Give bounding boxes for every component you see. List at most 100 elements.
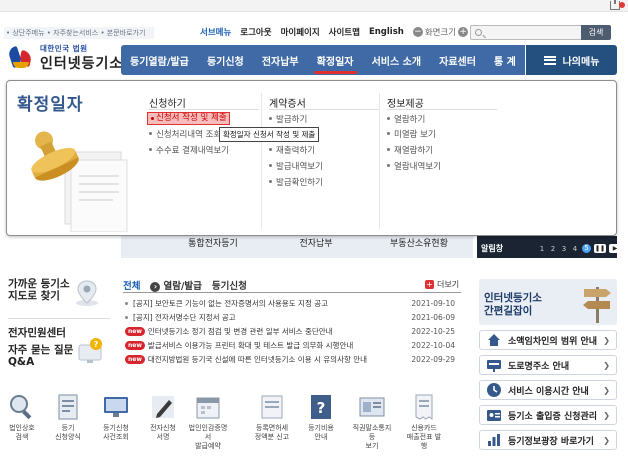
menu-item-review[interactable]: 재열람하기	[387, 144, 433, 156]
shortcut-seal-certificate[interactable]: 법인인감증명서 발급예약	[188, 392, 228, 451]
my-menu-label: 나의메뉴	[562, 56, 600, 68]
tab-view-issue[interactable]: › 열람/발급	[150, 278, 202, 292]
quick-link-small-tenant[interactable]: 소액임차인의 범위 안내 ❯	[479, 330, 617, 350]
col-apply-heading[interactable]: 신청하기	[149, 95, 186, 110]
util-mypage-link[interactable]: 마이페이지	[281, 26, 320, 38]
util-sitemap-link[interactable]: 사이트맵	[329, 26, 360, 38]
alarm-page-1[interactable]: 1	[538, 245, 546, 253]
tab-registry-apply[interactable]: 등기신청	[212, 278, 247, 292]
notice-row[interactable]: new 대전지방법원 등기국 신설에 따른 인터넷등기소 이용 시 유의사항 안내…	[125, 353, 455, 365]
main-nav: 등기열람/발급 등기신청 전자납부 확정일자 서비스 소개 자료센터 통 계	[121, 45, 525, 75]
shortcut-cancellation-notice[interactable]: 직권말소통지등 보기	[352, 392, 392, 451]
font-decrease-icon[interactable]: −	[412, 27, 423, 37]
tab-all[interactable]: 전체	[123, 278, 140, 292]
shortcut-registry-cost[interactable]: ? 등기비용 안내	[301, 392, 341, 442]
shortcut-registration-tax[interactable]: 등록면허세 정액분 신고	[252, 392, 292, 442]
shortcut-corp-name-search[interactable]: 법인상호 검색	[2, 392, 42, 442]
alarm-page-4[interactable]: 4	[571, 245, 579, 253]
document-stamp-icon	[31, 131, 128, 232]
site-logo[interactable]: 대한민국 법원 인터넷등기소	[7, 43, 124, 73]
nav-statistics[interactable]: 통 계	[494, 53, 516, 68]
notice-row[interactable]: new 발급서비스 이용가능 프린터 확대 및 테스트 발급 의무화 시행안내 20…	[125, 339, 455, 351]
form-document-icon	[58, 394, 78, 420]
pen-icon	[152, 396, 174, 418]
alarm-page-3[interactable]: 3	[560, 245, 568, 253]
banner-integrated-e-registry[interactable]: 통합전자등기	[163, 236, 263, 258]
quick-link-road-address[interactable]: 도로명주소 안내 ❯	[479, 355, 617, 375]
notice-row[interactable]: new 인터넷등기소 정기 점검 및 변경 관련 일부 서비스 중단안내 2022-…	[125, 325, 455, 337]
alarm-page-5[interactable]: 5	[582, 244, 591, 253]
alarm-label: 알림창	[481, 244, 504, 253]
map-pin-icon	[76, 280, 98, 306]
menu-item-view[interactable]: 열람하기	[387, 113, 425, 125]
faq-link-line1[interactable]: 자주 묻는 질문	[8, 344, 73, 356]
nav-e-payment[interactable]: 전자납부	[262, 53, 299, 68]
menu-item-fee-history[interactable]: 수수료 결제내역보기	[149, 144, 229, 156]
skip-links[interactable]: • 상단주메뉴 • 자주찾는서비스 • 본문바로가기	[4, 27, 154, 39]
notification-dot-icon	[619, 2, 625, 8]
menu-item-submit-application[interactable]: 신청서 작성 및 제출	[147, 112, 230, 125]
banner-e-payment[interactable]: 전자납부	[281, 236, 351, 258]
shortcut-e-sign[interactable]: 전자신청 서명	[143, 392, 183, 442]
util-logout-link[interactable]: 로그아웃	[240, 26, 271, 38]
col-info-heading[interactable]: 정보제공	[387, 95, 424, 110]
nav-resource-center[interactable]: 자료센터	[439, 53, 476, 68]
banner-property-ownership[interactable]: 부동산소유현황	[369, 236, 469, 258]
service-banner: 통합전자등기 전자납부 부동산소유현황	[121, 236, 473, 258]
util-submenu-link[interactable]: 서브메뉴	[200, 26, 231, 38]
shortcut-case-inquiry[interactable]: 등기신청 사건조회	[96, 392, 136, 442]
quick-link-registry-data[interactable]: 등기정보광장 바로가기 ❯	[479, 430, 617, 450]
mega-menu-panel: 확정일자 신청하기 계약증서 정보제공 신청서 작성 및 제출 신청처리내역 조…	[6, 80, 617, 236]
chevron-right-icon: ❯	[603, 435, 610, 445]
notice-row[interactable]: [공지] 전자서명수단 지정서 공고 2021-06-09	[125, 311, 455, 323]
svg-text:?: ?	[94, 340, 99, 349]
menu-item-unviewed[interactable]: 미열람 보기	[387, 128, 436, 140]
menu-item-processing-history[interactable]: 신청처리내역 조회	[149, 128, 221, 140]
menu-item-issue[interactable]: 발급하기	[269, 113, 307, 125]
svg-text:?: ?	[317, 399, 326, 417]
shortcut-card-receipt[interactable]: 신용카드 매출전표 발행	[404, 392, 444, 451]
pause-icon[interactable]: ❚❚	[594, 244, 606, 253]
new-badge: new	[125, 354, 145, 364]
nav-fixed-date[interactable]: 확정일자	[313, 53, 357, 74]
shortcut-registry-forms[interactable]: 등기 신청양식	[48, 392, 88, 442]
signpost-icon	[583, 287, 611, 323]
chevron-right-icon: ❯	[603, 335, 610, 345]
logo-title: 인터넷등기소	[40, 56, 124, 72]
font-increase-icon[interactable]: +	[458, 27, 469, 37]
quick-link-service-hours[interactable]: 서비스 이용시간 안내 ❯	[479, 380, 617, 400]
browser-top-bar	[0, 0, 628, 12]
nav-registry-view[interactable]: 등기열람/발급	[130, 53, 189, 68]
menu-item-view-history[interactable]: 열람내역보기	[387, 160, 441, 172]
notice-board-icon	[359, 397, 385, 417]
my-menu-button[interactable]: 나의메뉴	[526, 45, 617, 75]
menu-item-issue-verify[interactable]: 발급확인하기	[269, 176, 323, 188]
search-button[interactable]: 검색	[581, 25, 611, 40]
quick-link-access-pass[interactable]: 등기소 출입증 신청관리 ❯	[479, 405, 617, 425]
search-input[interactable]	[470, 25, 582, 40]
faq-link-line2[interactable]: Q&A	[8, 356, 34, 368]
menu-item-reprint[interactable]: 재출력하기	[269, 144, 315, 156]
notice-row[interactable]: [공지] 보안토큰 기능이 없는 전자증명서의 사용용도 지정 공고 2021-0…	[125, 297, 455, 309]
map-link-line1[interactable]: 가까운 등기소	[8, 278, 70, 290]
receipt-icon	[415, 394, 433, 420]
search-icon	[475, 29, 482, 36]
util-english-link[interactable]: English	[369, 27, 404, 37]
clock-icon	[487, 383, 501, 397]
bar-chart-icon	[488, 434, 500, 446]
play-icon[interactable]: ▶	[609, 244, 621, 253]
menu-item-issue-history[interactable]: 발급내역보기	[269, 160, 323, 172]
nav-registry-apply[interactable]: 등기신청	[207, 53, 244, 68]
col-contract-heading[interactable]: 계약증서	[269, 95, 306, 110]
tax-document-icon	[261, 395, 283, 419]
more-link[interactable]: + 더보기	[425, 279, 459, 290]
alarm-page-2[interactable]: 2	[549, 245, 557, 253]
hamburger-icon	[543, 55, 556, 65]
nav-service-intro[interactable]: 서비스 소개	[372, 53, 421, 68]
map-link-line2[interactable]: 지도로 찾기	[8, 290, 60, 302]
tooltip: 확정일자 신청서 작성 및 제출	[219, 127, 320, 142]
new-badge: new	[125, 326, 145, 336]
civil-center-link[interactable]: 전자민원센터	[8, 327, 66, 339]
plus-icon: +	[425, 280, 434, 289]
question-board-icon: ?	[311, 395, 331, 419]
